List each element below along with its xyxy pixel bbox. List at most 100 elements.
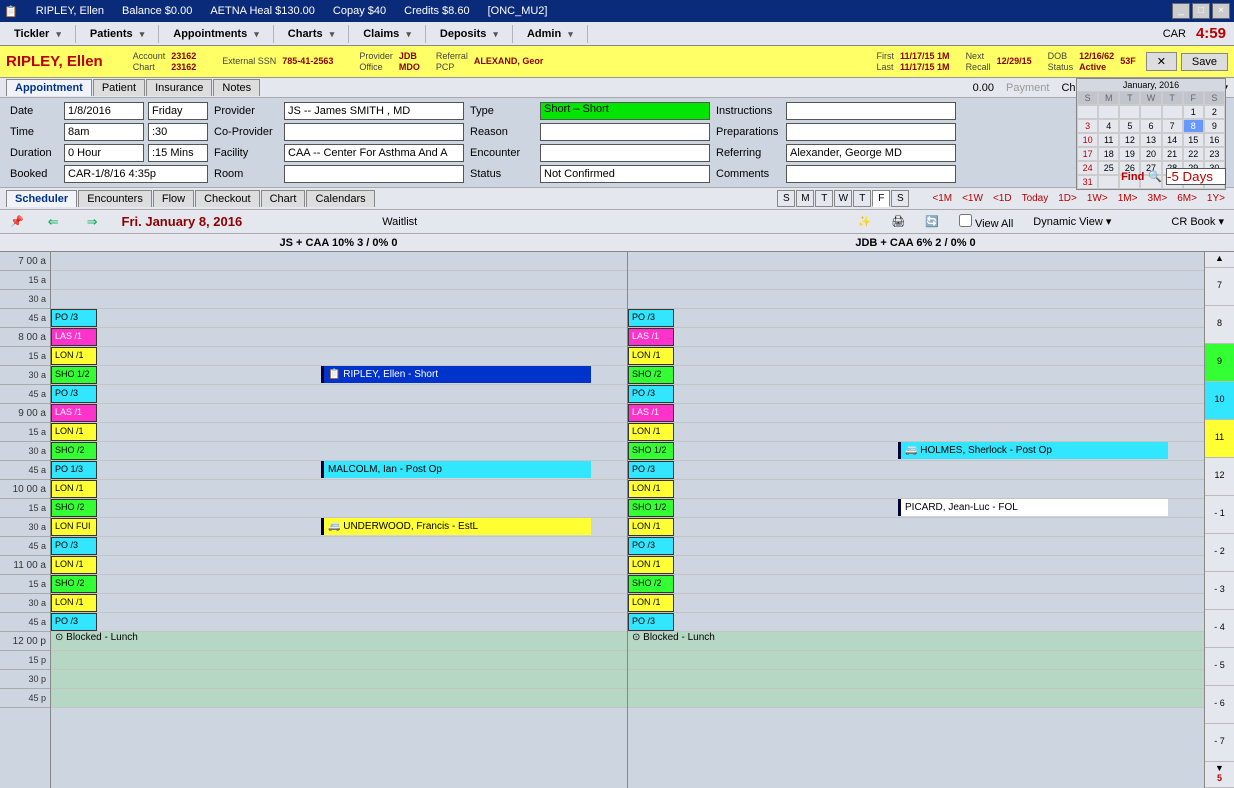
slot-type[interactable]: PO /3 xyxy=(51,613,97,631)
appt-status-input[interactable] xyxy=(540,165,710,183)
provider-column-1[interactable]: PO /3LAS /1LON /1SHO 1/2📋 RIPLEY, Ellen … xyxy=(50,252,627,788)
cal-day[interactable] xyxy=(1119,105,1140,119)
cal-day[interactable]: 11 xyxy=(1098,133,1119,147)
cal-day[interactable]: 23 xyxy=(1204,147,1225,161)
tab-appointment[interactable]: Appointment xyxy=(6,79,92,96)
dow-6[interactable]: S xyxy=(891,190,909,207)
comments-input[interactable] xyxy=(786,165,956,183)
nav-Today[interactable]: Today xyxy=(1019,193,1052,204)
date-input[interactable] xyxy=(64,102,144,120)
slot-type[interactable]: LON /1 xyxy=(628,518,674,536)
day-of-week-tabs[interactable]: SMTWTFS xyxy=(777,190,909,207)
slot-type[interactable]: SHO 1/2 xyxy=(628,442,674,460)
slot-type[interactable]: SHO /2 xyxy=(51,499,97,517)
wand-icon[interactable]: ✨ xyxy=(858,215,872,228)
provider-input[interactable] xyxy=(284,102,464,120)
schedtab-encounters[interactable]: Encounters xyxy=(78,190,152,207)
slot-type[interactable]: LON /1 xyxy=(51,556,97,574)
dow-2[interactable]: T xyxy=(815,190,833,207)
payment-link[interactable]: Payment xyxy=(1006,82,1049,94)
cal-day[interactable] xyxy=(1140,105,1161,119)
cal-day[interactable]: 18 xyxy=(1098,147,1119,161)
scale-hour[interactable]: 10 xyxy=(1205,382,1234,420)
slot-type[interactable]: LAS /1 xyxy=(628,328,674,346)
cal-day[interactable]: 24 xyxy=(1077,161,1098,175)
dow-5[interactable]: F xyxy=(872,190,890,207)
schedtab-calendars[interactable]: Calendars xyxy=(306,190,374,207)
crbook-dropdown[interactable]: CR Book ▾ xyxy=(1171,215,1224,228)
find-input[interactable] xyxy=(1166,168,1226,185)
slot-type[interactable]: SHO /2 xyxy=(628,575,674,593)
slot-type[interactable]: SHO /2 xyxy=(628,366,674,384)
scale-hour[interactable]: - 4 xyxy=(1205,610,1234,648)
schedtab-scheduler[interactable]: Scheduler xyxy=(6,190,77,207)
slot-type[interactable]: PO /3 xyxy=(51,309,97,327)
room-input[interactable] xyxy=(284,165,464,183)
dow-4[interactable]: T xyxy=(853,190,871,207)
provider-column-2[interactable]: PO /3LAS /1LON /1SHO /2PO /3LAS /1LON /1… xyxy=(627,252,1204,788)
schedule-grid[interactable]: 7 00 a15 a30 a45 a8 00 a15 a30 a45 a9 00… xyxy=(0,252,1234,788)
scroll-down[interactable]: ▼5 xyxy=(1205,762,1234,788)
slot-type[interactable]: PO 1/3 xyxy=(51,461,97,479)
menu-appointments[interactable]: Appointments ▾ xyxy=(159,25,274,43)
x-button[interactable]: ✕ xyxy=(1146,52,1177,71)
time-input[interactable] xyxy=(64,123,144,141)
scale-hour[interactable]: 9 xyxy=(1205,344,1234,382)
cal-day[interactable]: 9 xyxy=(1204,119,1225,133)
slot-type[interactable]: LON /1 xyxy=(51,480,97,498)
menu-charts[interactable]: Charts ▾ xyxy=(274,25,349,43)
minimize-button[interactable]: _ xyxy=(1172,3,1190,19)
dow-1[interactable]: M xyxy=(796,190,814,207)
cal-day[interactable]: 22 xyxy=(1183,147,1204,161)
slot-type[interactable]: PO /3 xyxy=(628,537,674,555)
booked-input[interactable] xyxy=(64,165,208,183)
instructions-input[interactable] xyxy=(786,102,956,120)
cal-day[interactable]: 19 xyxy=(1119,147,1140,161)
nav-6M>[interactable]: 6M> xyxy=(1174,193,1200,204)
slot-type[interactable]: LON /1 xyxy=(51,423,97,441)
slot-type[interactable]: SHO /2 xyxy=(51,442,97,460)
slot-type[interactable]: LON FUI xyxy=(51,518,97,536)
pin-icon[interactable]: 📌 xyxy=(10,215,24,228)
waitlist-link[interactable]: Waitlist xyxy=(382,216,417,228)
slot-type[interactable]: PO /3 xyxy=(628,613,674,631)
nav-1W>[interactable]: 1W> xyxy=(1084,193,1111,204)
cal-day[interactable]: 8 xyxy=(1183,119,1204,133)
menu-deposits[interactable]: Deposits ▾ xyxy=(426,25,513,43)
cal-day[interactable]: 20 xyxy=(1140,147,1161,161)
slot-type[interactable]: SHO 1/2 xyxy=(51,366,97,384)
appointment-block[interactable]: MALCOLM, Ian - Post Op xyxy=(321,461,591,478)
slot-type[interactable]: PO /3 xyxy=(51,537,97,555)
slot-type[interactable]: PO /3 xyxy=(628,385,674,403)
day-input[interactable] xyxy=(148,102,208,120)
slot-type[interactable]: LAS /1 xyxy=(51,328,97,346)
preparations-input[interactable] xyxy=(786,123,956,141)
nav-<1M[interactable]: <1M xyxy=(929,193,955,204)
scroll-up[interactable]: ▲ xyxy=(1205,252,1234,268)
slot-type[interactable]: LAS /1 xyxy=(51,404,97,422)
cal-day[interactable]: 13 xyxy=(1140,133,1161,147)
save-button[interactable]: Save xyxy=(1181,53,1228,71)
scale-hour[interactable]: - 2 xyxy=(1205,534,1234,572)
scale-hour[interactable]: 11 xyxy=(1205,420,1234,458)
scale-hour[interactable]: 12 xyxy=(1205,458,1234,496)
slot-type[interactable]: LON /1 xyxy=(628,594,674,612)
encounter-input[interactable] xyxy=(540,144,710,162)
next-arrow[interactable]: ⇒ xyxy=(83,214,102,230)
appointment-block[interactable]: PICARD, Jean-Luc - FOL xyxy=(898,499,1168,516)
prev-arrow[interactable]: ⇐ xyxy=(44,214,63,230)
scale-hour[interactable]: - 3 xyxy=(1205,572,1234,610)
viewall-checkbox[interactable]: View All xyxy=(959,214,1013,230)
cal-day[interactable]: 2 xyxy=(1204,105,1225,119)
scale-hour[interactable]: - 6 xyxy=(1205,686,1234,724)
type-input[interactable]: Short – Short xyxy=(540,102,710,120)
search-icon[interactable]: 🔍 xyxy=(1148,170,1162,183)
cal-day[interactable]: 31 xyxy=(1077,175,1098,189)
reason-input[interactable] xyxy=(540,123,710,141)
appointment-block[interactable]: 🚐 HOLMES, Sherlock - Post Op xyxy=(898,442,1168,459)
nav-<1W[interactable]: <1W xyxy=(959,193,986,204)
time-min-input[interactable] xyxy=(148,123,208,141)
cal-day[interactable]: 21 xyxy=(1162,147,1183,161)
print-icon[interactable]: 🖨 xyxy=(891,215,905,228)
tab-insurance[interactable]: Insurance xyxy=(146,79,212,96)
